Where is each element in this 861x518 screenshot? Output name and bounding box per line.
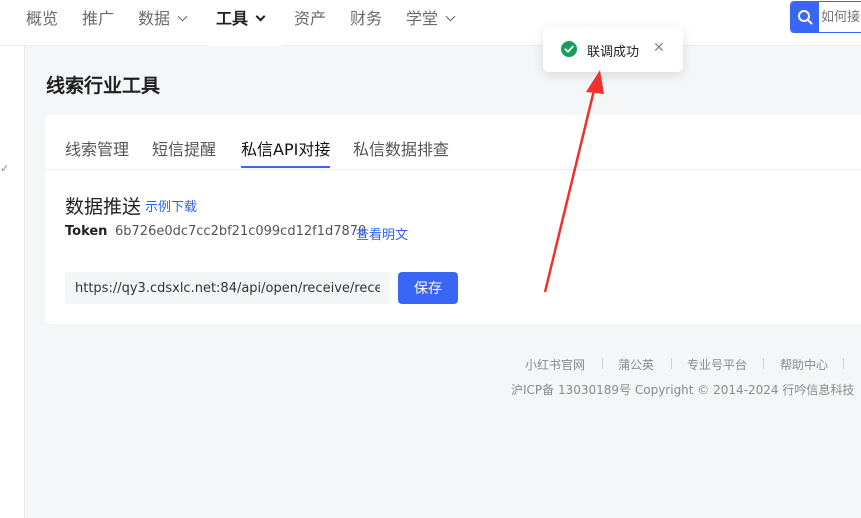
sidebar: ✓ — [0, 46, 25, 518]
tab-sms-reminder[interactable]: 短信提醒 — [152, 136, 216, 160]
token-label: Token — [65, 224, 108, 239]
nav-item-assets[interactable]: 资产 — [294, 8, 326, 30]
nav-item-label: 概览 — [26, 9, 59, 28]
chevron-down-icon — [255, 11, 266, 22]
nav-item-finance[interactable]: 财务 — [350, 8, 382, 30]
nav-item-label: 财务 — [350, 9, 383, 28]
nav-item-promotion[interactable]: 推广 — [82, 8, 114, 30]
tab-dm-data-check[interactable]: 私信数据排查 — [353, 136, 449, 160]
nav-item-label: 资产 — [294, 9, 327, 28]
nav-item-tools[interactable]: 工具 — [216, 8, 266, 30]
success-check-icon — [561, 41, 577, 57]
footer-divider — [763, 358, 764, 369]
nav-item-label: 学堂 — [406, 9, 439, 28]
section-title: 数据推送 — [65, 196, 142, 218]
chevron-down-icon — [445, 11, 456, 22]
search-button[interactable] — [791, 2, 819, 32]
tab-active-underline — [241, 166, 330, 168]
push-url-input[interactable] — [65, 272, 390, 304]
tab-bar: 线索管理 短信提醒 私信API对接 私信数据排查 — [45, 115, 861, 170]
nav-item-label: 数据 — [138, 9, 171, 28]
top-nav: 概览 推广 数据 工具 资产 财务 学堂 — [0, 0, 861, 46]
footer-divider — [843, 358, 844, 369]
token-value: 6b726e0dc7cc2bf21c099cd12f1d7870 — [115, 224, 367, 239]
search-icon — [798, 10, 813, 25]
nav-active-underline — [209, 43, 281, 46]
close-icon[interactable]: ✕ — [653, 40, 665, 56]
nav-item-label: 工具 — [216, 9, 249, 28]
nav-item-academy[interactable]: 学堂 — [406, 8, 456, 30]
search-input[interactable] — [821, 2, 861, 32]
nav-item-label: 推广 — [82, 9, 115, 28]
toast-message: 联调成功 — [587, 45, 640, 60]
main-card: 线索管理 短信提醒 私信API对接 私信数据排查 数据推送 示例下载 Token… — [45, 115, 861, 324]
page-title: 线索行业工具 — [46, 75, 161, 97]
footer-link-xiaohongshu[interactable]: 小红书官网 — [525, 356, 585, 373]
search-box[interactable] — [790, 1, 861, 33]
nav-item-overview[interactable]: 概览 — [26, 8, 58, 30]
chevron-down-icon — [177, 11, 188, 22]
tab-dm-api[interactable]: 私信API对接 — [241, 136, 330, 160]
copyright: 沪ICP备 13030189号 Copyright © 2014-2024 行吟… — [511, 383, 861, 397]
success-toast: 联调成功 ✕ — [543, 27, 683, 72]
view-plaintext-link[interactable]: 查看明文 — [356, 224, 408, 243]
sample-download-link[interactable]: 示例下载 — [145, 196, 197, 215]
footer-divider — [671, 358, 672, 369]
footer-link-pro-platform[interactable]: 专业号平台 — [687, 356, 747, 373]
save-button[interactable]: 保存 — [398, 272, 458, 304]
tab-lead-management[interactable]: 线索管理 — [65, 136, 129, 160]
sidebar-collapse-icon[interactable]: ✓ — [0, 162, 9, 175]
footer-link-pugongying[interactable]: 蒲公英 — [618, 356, 654, 373]
nav-item-data[interactable]: 数据 — [138, 8, 188, 30]
footer-divider — [602, 358, 603, 369]
footer-link-help-center[interactable]: 帮助中心 — [780, 356, 828, 373]
